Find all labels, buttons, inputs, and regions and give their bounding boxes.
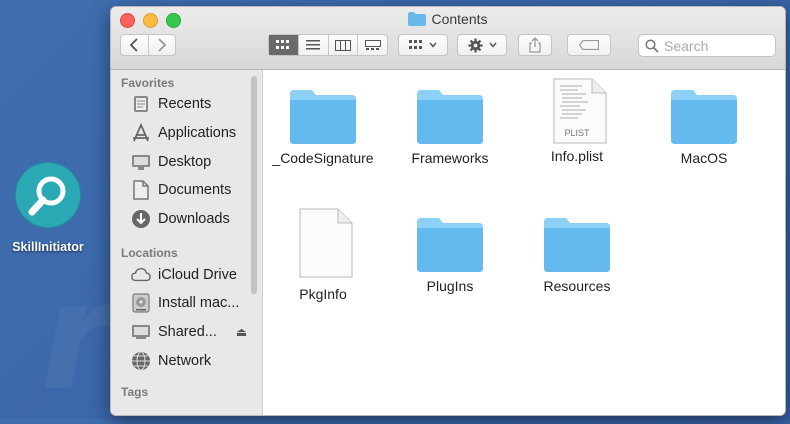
grid-icon <box>276 40 290 49</box>
globe-icon <box>131 351 151 371</box>
file-item[interactable]: Resources <box>517 214 637 294</box>
search-icon <box>645 38 659 53</box>
favorites-header: Favorites <box>121 76 175 90</box>
icon-view-button[interactable] <box>269 35 299 55</box>
finder-window: Contents Search Favorites Recents Applic… <box>110 6 786 416</box>
folder-icon <box>417 86 483 144</box>
sidebar-item-label: Network <box>158 352 212 369</box>
gallery-icon <box>364 39 381 50</box>
share-button[interactable] <box>518 34 552 56</box>
document-icon <box>131 180 151 201</box>
file-item[interactable]: _CodeSignature <box>263 86 383 166</box>
magnifier-icon <box>15 162 81 228</box>
share-icon <box>529 37 541 53</box>
file-area: _CodeSignature Frameworks PLIST Info.pli… <box>263 70 785 415</box>
sidebar-item-shared[interactable]: Shared... ⏏ <box>111 318 262 347</box>
download-icon <box>131 209 151 229</box>
file-name: PlugIns <box>426 278 474 294</box>
sidebar-item-install[interactable]: Install mac... <box>111 289 262 318</box>
sidebar: Favorites Recents Applications Desktop D… <box>111 70 263 415</box>
sidebar-item-label: Desktop <box>158 153 212 170</box>
sidebar-item-label: Downloads <box>158 211 230 228</box>
tag-icon <box>579 40 599 50</box>
desktop-icon <box>131 152 151 172</box>
sidebar-scrollbar[interactable] <box>251 76 257 294</box>
tags-header: Tags <box>121 385 149 400</box>
column-view-button[interactable] <box>329 35 359 55</box>
file-name: Frameworks <box>411 150 489 166</box>
forward-button[interactable] <box>149 35 176 55</box>
file-name: MacOS <box>680 150 728 166</box>
file-item[interactable]: PkgInfo <box>263 208 383 302</box>
disk-icon <box>131 293 151 313</box>
view-mode-control <box>268 34 388 56</box>
file-item[interactable]: Frameworks <box>390 86 510 166</box>
file-name: Resources <box>543 278 611 294</box>
chevron-down-icon <box>429 42 437 48</box>
sidebar-item-label: Shared... <box>158 324 217 341</box>
cloud-icon <box>131 265 151 285</box>
sidebar-item-desktop[interactable]: Desktop <box>111 147 262 176</box>
folder-icon <box>417 214 483 272</box>
file-item[interactable]: PLIST Info.plist <box>517 78 637 164</box>
sidebar-item-label: Documents <box>158 182 232 199</box>
sidebar-item-icloud[interactable]: iCloud Drive <box>111 260 262 289</box>
sidebar-item-documents[interactable]: Documents <box>111 176 262 205</box>
group-dropdown[interactable] <box>398 34 448 56</box>
clock-icon <box>131 94 151 114</box>
grid-icon <box>409 40 422 49</box>
sidebar-item-downloads[interactable]: Downloads <box>111 205 262 234</box>
file-item[interactable]: PlugIns <box>390 214 510 294</box>
folder-icon <box>408 12 427 26</box>
document-icon <box>290 208 356 278</box>
list-icon <box>306 40 321 50</box>
nav-buttons <box>120 34 176 56</box>
plist-file-icon: PLIST <box>544 78 610 144</box>
file-name: Info.plist <box>550 148 604 164</box>
chevron-right-icon <box>158 38 167 52</box>
action-dropdown[interactable] <box>457 34 507 56</box>
eject-icon[interactable]: ⏏ <box>236 325 247 339</box>
gallery-view-button[interactable] <box>358 35 387 55</box>
window-title: Contents <box>111 11 785 27</box>
file-name: PkgInfo <box>299 286 347 302</box>
search-placeholder: Search <box>664 37 709 54</box>
desktop-app-icon[interactable]: SkillInitiator <box>8 162 88 254</box>
search-field[interactable]: Search <box>638 34 776 57</box>
locations-header: Locations <box>121 246 178 261</box>
sidebar-item-label: Install mac... <box>158 295 240 312</box>
list-view-button[interactable] <box>299 35 329 55</box>
sidebar-item-label: iCloud Drive <box>158 266 237 283</box>
back-button[interactable] <box>121 35 149 55</box>
folder-icon <box>290 86 356 144</box>
file-item[interactable]: MacOS <box>644 86 764 166</box>
file-name: _CodeSignature <box>272 150 374 166</box>
sidebar-item-applications[interactable]: Applications <box>111 119 262 148</box>
window-title-text: Contents <box>431 11 488 27</box>
monitor-icon <box>131 322 151 342</box>
file-badge: PLIST <box>564 128 590 138</box>
folder-icon <box>544 214 610 272</box>
folder-icon <box>671 86 737 144</box>
columns-icon <box>334 39 351 51</box>
applications-icon <box>131 123 151 143</box>
titlebar: Contents Search <box>111 7 785 70</box>
sidebar-item-label: Recents <box>158 96 212 113</box>
gear-icon <box>467 37 483 53</box>
sidebar-item-network[interactable]: Network <box>111 347 262 376</box>
sidebar-item-recents[interactable]: Recents <box>111 90 262 119</box>
chevron-down-icon <box>488 42 497 48</box>
tag-button[interactable] <box>567 34 611 56</box>
chevron-left-icon <box>129 38 138 52</box>
desktop-icon-label: SkillInitiator <box>12 240 84 254</box>
sidebar-item-label: Applications <box>158 125 237 142</box>
